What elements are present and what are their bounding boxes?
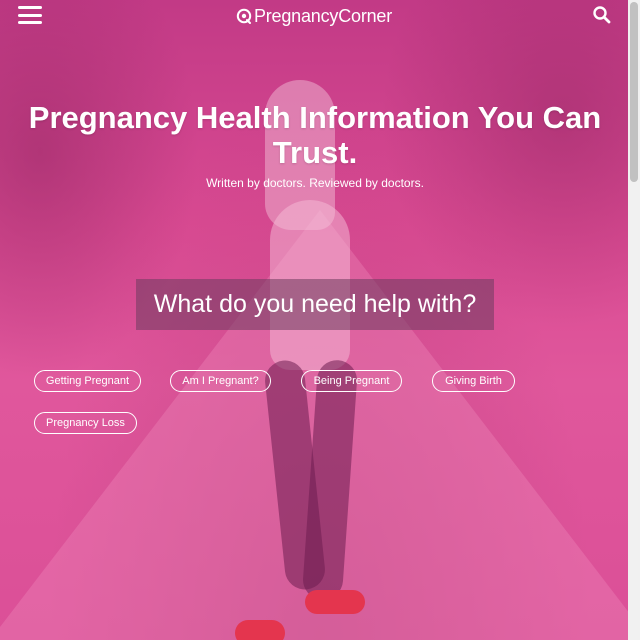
topic-button-am-i-pregnant[interactable]: Am I Pregnant? [170,370,271,392]
vertical-scrollbar[interactable] [628,0,640,640]
topic-button-getting-pregnant[interactable]: Getting Pregnant [34,370,141,392]
hero-title: Pregnancy Health Information You Can Tru… [28,100,602,170]
search-icon[interactable] [592,5,612,25]
topic-button-giving-birth[interactable]: Giving Birth [432,370,515,392]
site-logo[interactable]: PregnancyCorner [236,6,392,27]
topic-button-pregnancy-loss[interactable]: Pregnancy Loss [34,412,137,434]
logo-text: PregnancyCorner [253,5,393,26]
logo-mark-icon [236,8,252,24]
site-header: PregnancyCorner [0,0,628,30]
scrollbar-thumb[interactable] [630,2,638,182]
hamburger-menu-icon[interactable] [18,6,42,24]
help-prompt: What do you need help with? [136,279,494,330]
topic-button-being-pregnant[interactable]: Being Pregnant [301,370,402,392]
page: PregnancyCorner Pregnancy Health Informa… [0,0,640,640]
hero-subtitle: Written by doctors. Reviewed by doctors. [206,176,424,190]
